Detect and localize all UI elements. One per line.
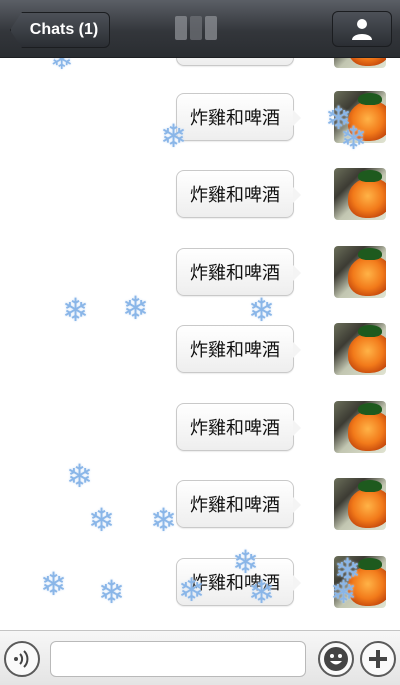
snowflake-icon: ❄ xyxy=(98,573,125,611)
more-options-button[interactable] xyxy=(360,641,396,677)
navigation-bar: Chats (1) xyxy=(0,0,400,58)
profile-button[interactable] xyxy=(332,11,392,47)
snowflake-icon: ❄ xyxy=(178,571,205,609)
avatar[interactable] xyxy=(334,323,386,375)
message-row: 炸雞和啤酒 xyxy=(176,478,386,530)
message-text: 炸雞和啤酒 xyxy=(190,340,280,361)
snowflake-icon: ❄ xyxy=(50,58,74,76)
message-bubble[interactable]: 炸雞和啤酒 xyxy=(176,170,301,218)
snowflake-icon: ❄ xyxy=(122,289,149,327)
back-button-label: Chats (1) xyxy=(29,21,99,38)
message-bubble[interactable] xyxy=(176,58,294,66)
message-row xyxy=(176,58,386,68)
chat-message-list[interactable]: 炸雞和啤酒 炸雞和啤酒 炸雞和啤酒 炸雞和啤酒 炸雞和啤酒 炸雞和啤酒 炸雞和啤… xyxy=(0,58,400,630)
emoji-button[interactable] xyxy=(318,641,354,677)
message-text: 炸雞和啤酒 xyxy=(190,418,280,439)
message-text: 炸雞和啤酒 xyxy=(190,108,280,129)
message-bubble[interactable]: 炸雞和啤酒 xyxy=(176,325,301,373)
message-text-input[interactable] xyxy=(50,641,306,677)
avatar[interactable] xyxy=(334,478,386,530)
message-bubble[interactable]: 炸雞和啤酒 xyxy=(176,248,301,296)
message-text: 炸雞和啤酒 xyxy=(190,185,280,206)
voice-icon xyxy=(14,650,29,668)
avatar[interactable] xyxy=(334,401,386,453)
message-text: 炸雞和啤酒 xyxy=(190,495,280,516)
avatar[interactable] xyxy=(334,58,386,68)
snowflake-icon: ❄ xyxy=(40,565,67,603)
message-row: 炸雞和啤酒 xyxy=(176,323,386,375)
snowflake-icon: ❄ xyxy=(88,501,115,539)
snowflake-icon: ❄ xyxy=(160,117,187,155)
avatar[interactable] xyxy=(334,246,386,298)
snowflake-icon: ❄ xyxy=(248,573,275,611)
message-row: 炸雞和啤酒 xyxy=(176,401,386,453)
snowflake-icon: ❄ xyxy=(62,291,89,329)
plus-icon xyxy=(369,650,387,668)
message-input-bar xyxy=(0,630,400,685)
snowflake-icon: ❄ xyxy=(248,291,275,329)
snowflake-icon: ❄ xyxy=(340,119,367,157)
snowflake-icon: ❄ xyxy=(150,501,177,539)
message-bubble[interactable]: 炸雞和啤酒 xyxy=(176,480,301,528)
avatar[interactable] xyxy=(334,168,386,220)
chat-title-obscured xyxy=(175,16,217,40)
message-row: 炸雞和啤酒 xyxy=(176,168,386,220)
back-to-chats-button[interactable]: Chats (1) xyxy=(10,12,110,48)
snowflake-icon: ❄ xyxy=(66,457,93,495)
message-text: 炸雞和啤酒 xyxy=(190,263,280,284)
message-bubble[interactable]: 炸雞和啤酒 xyxy=(176,93,301,141)
message-row: 炸雞和啤酒 xyxy=(176,246,386,298)
snowflake-icon: ❄ xyxy=(330,573,357,611)
voice-input-button[interactable] xyxy=(4,641,40,677)
person-icon xyxy=(352,19,372,40)
message-bubble[interactable]: 炸雞和啤酒 xyxy=(176,403,301,451)
smiley-icon xyxy=(324,647,348,671)
